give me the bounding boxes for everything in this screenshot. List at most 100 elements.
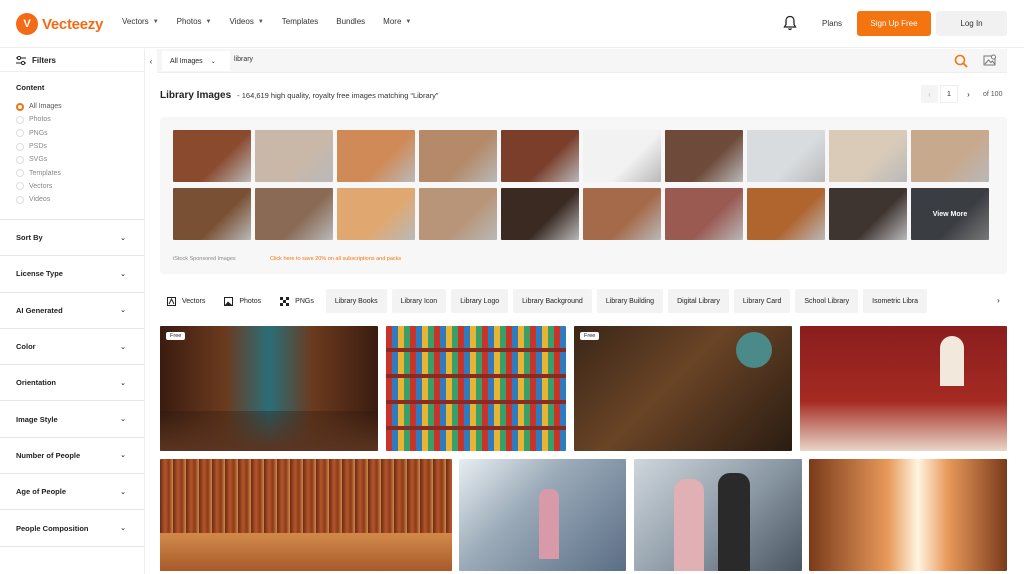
nav-videos[interactable]: Videos ▼ <box>230 17 264 26</box>
sponsored-thumbnail[interactable] <box>829 130 907 182</box>
sponsored-thumbnail[interactable] <box>665 188 743 240</box>
sponsored-thumbnail[interactable] <box>747 188 825 240</box>
chip-digital-library[interactable]: Digital Library <box>668 289 729 313</box>
nav-vectors[interactable]: Vectors ▼ <box>122 17 159 26</box>
content-option-all-images[interactable]: All Images <box>16 100 128 113</box>
sponsored-thumbnail[interactable] <box>173 130 251 182</box>
view-more-button[interactable]: View More <box>911 188 989 240</box>
nav-photos[interactable]: Photos ▼ <box>177 17 212 26</box>
sponsored-thumbnail[interactable] <box>173 188 251 240</box>
content-option-photos[interactable]: Photos <box>16 113 128 126</box>
result-image[interactable] <box>800 326 1007 451</box>
sponsored-row <box>173 130 995 182</box>
sponsored-thumbnail[interactable] <box>501 130 579 182</box>
asset-type-select[interactable]: All Images ⌄ <box>162 51 230 71</box>
page-number-input[interactable]: 1 <box>940 85 958 103</box>
nav-bundles[interactable]: Bundles <box>336 17 365 26</box>
sign-up-button[interactable]: Sign Up Free <box>857 11 931 36</box>
content-option-templates[interactable]: Templates <box>16 166 128 179</box>
chevron-down-icon: ▼ <box>257 18 264 25</box>
png-icon <box>280 296 290 306</box>
chip-isometric-library[interactable]: Isometric Libra <box>863 289 928 313</box>
person-shape <box>539 489 559 559</box>
sponsored-thumbnail[interactable]: View More <box>911 188 989 240</box>
facet-label: Color <box>16 342 36 352</box>
prev-page-button[interactable]: ‹ <box>921 85 938 103</box>
sponsored-thumbnail[interactable] <box>583 130 661 182</box>
nav-more[interactable]: More ▼ <box>383 17 411 26</box>
content-filter-section: Content All Images Photos PNGs PSDs SVGs… <box>0 72 144 220</box>
sponsored-thumbnail[interactable] <box>829 188 907 240</box>
next-page-button[interactable]: › <box>960 85 977 103</box>
content-option-videos[interactable]: Videos <box>16 193 128 206</box>
plans-link[interactable]: Plans <box>822 19 842 28</box>
radio-icon <box>16 182 24 191</box>
sponsored-thumbnail[interactable] <box>911 130 989 182</box>
facet-ai-generated[interactable]: AI Generated ⌄ <box>0 293 144 329</box>
facet-age-of-people[interactable]: Age of People ⌄ <box>0 474 144 511</box>
sponsored-thumbnail[interactable] <box>419 188 497 240</box>
sponsored-thumbnail[interactable] <box>337 188 415 240</box>
sponsored-thumbnail[interactable] <box>583 188 661 240</box>
result-image[interactable]: Free <box>574 326 792 451</box>
content-option-vectors[interactable]: Vectors <box>16 180 128 193</box>
nav-label: More <box>383 17 402 26</box>
chips-next-button[interactable]: › <box>990 288 1007 312</box>
pagination: ‹ 1 › of 100 <box>921 85 1002 103</box>
main-nav: Vectors ▼ Photos ▼ Videos ▼ Templates Bundl… <box>122 17 429 26</box>
nav-label: Videos <box>229 17 254 26</box>
result-image[interactable] <box>634 459 802 571</box>
chip-library-icon[interactable]: Library Icon <box>391 289 447 313</box>
window-shape <box>940 336 964 386</box>
chip-school-library[interactable]: School Library <box>795 289 859 313</box>
chip-library-background[interactable]: Library Background <box>513 289 592 313</box>
facet-image-style[interactable]: Image Style ⌄ <box>0 401 144 438</box>
content-option-pngs[interactable]: PNGs <box>16 127 128 140</box>
sponsored-thumbnail[interactable] <box>747 130 825 182</box>
bell-icon[interactable] <box>783 15 797 31</box>
facet-sort-by[interactable]: Sort By ⌄ <box>0 220 144 257</box>
chip-library-building[interactable]: Library Building <box>596 289 664 313</box>
facet-people-composition[interactable]: People Composition ⌄ <box>0 510 144 547</box>
result-image[interactable] <box>386 326 566 451</box>
chip-label: PNGs <box>295 297 314 305</box>
vecteezy-logo[interactable]: V Vecteezy <box>16 12 103 36</box>
facet-color[interactable]: Color ⌄ <box>0 329 144 366</box>
image-search-icon[interactable] <box>983 54 997 69</box>
facet-license-type[interactable]: License Type ⌄ <box>0 256 144 293</box>
collapse-sidebar-button[interactable]: ‹ <box>145 49 157 73</box>
nav-label: Vectors <box>122 17 149 26</box>
logo-mark: V <box>16 13 38 35</box>
sponsored-thumbnail[interactable] <box>337 130 415 182</box>
radio-selected-icon <box>16 102 24 111</box>
facet-orientation[interactable]: Orientation ⌄ <box>0 365 144 402</box>
sponsored-thumbnail[interactable] <box>255 130 333 182</box>
sponsored-thumbnail[interactable] <box>665 130 743 182</box>
facet-number-of-people[interactable]: Number of People ⌄ <box>0 438 144 475</box>
radio-icon <box>16 195 24 204</box>
chip-photos[interactable]: Photos <box>217 289 269 313</box>
chip-library-books[interactable]: Library Books <box>325 289 387 313</box>
result-image[interactable]: Free <box>160 326 378 451</box>
result-image[interactable] <box>160 459 452 571</box>
content-option-svgs[interactable]: SVGs <box>16 153 128 166</box>
radio-icon <box>16 115 24 124</box>
content-option-psds[interactable]: PSDs <box>16 140 128 153</box>
sponsored-thumbnail[interactable] <box>501 188 579 240</box>
chip-vectors[interactable]: Vectors <box>160 289 213 313</box>
promo-link[interactable]: Click here to save 20% on all subscripti… <box>270 256 401 262</box>
chevron-down-icon: ⌄ <box>210 58 216 65</box>
result-image[interactable] <box>809 459 1007 571</box>
search-input[interactable]: library <box>234 56 253 63</box>
sponsored-thumbnail[interactable] <box>419 130 497 182</box>
sponsored-thumbnail[interactable] <box>255 188 333 240</box>
chip-library-card[interactable]: Library Card <box>733 289 791 313</box>
chip-library-logo[interactable]: Library Logo <box>451 289 509 313</box>
filters-header[interactable]: Filters <box>0 49 144 72</box>
result-image[interactable] <box>459 459 626 571</box>
log-in-button[interactable]: Log In <box>936 11 1007 36</box>
search-icon[interactable] <box>954 54 968 70</box>
chip-pngs[interactable]: PNGs <box>273 289 321 313</box>
chevron-down-icon: ⌄ <box>120 525 126 533</box>
nav-templates[interactable]: Templates <box>282 17 318 26</box>
